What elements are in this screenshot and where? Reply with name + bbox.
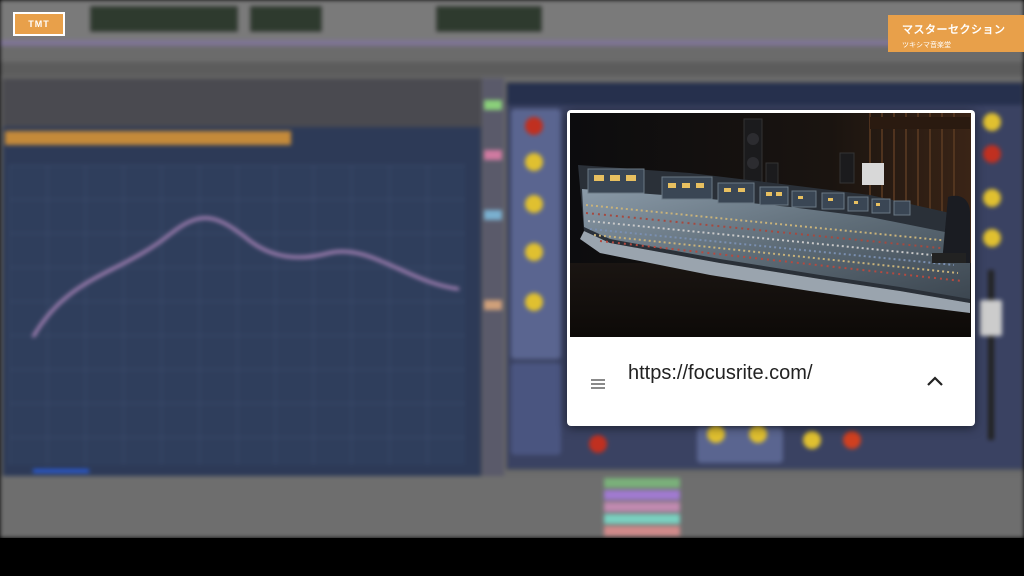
channel-list <box>482 78 504 476</box>
channel-chip <box>484 210 502 220</box>
knob-yellow <box>983 229 1001 247</box>
section-subtitle: ツキシマ音楽堂 <box>902 42 951 49</box>
knob-yellow <box>525 195 543 213</box>
channel-chip <box>484 300 502 310</box>
eq-band-bar <box>5 131 291 145</box>
knob-yellow <box>525 293 543 311</box>
eq-plugin-header <box>3 79 481 127</box>
knob-red <box>525 117 543 135</box>
eq-curve <box>31 216 460 338</box>
audio-clip <box>604 502 680 512</box>
knob-yellow <box>525 243 543 261</box>
audio-clip <box>604 526 680 536</box>
section-title-badge: マスターセクション ツキシマ音楽堂 <box>888 15 1024 52</box>
audio-clip <box>604 490 680 500</box>
channel-chip <box>484 150 502 160</box>
timeline-ruler <box>0 62 1024 76</box>
knob-red <box>589 435 607 453</box>
channel-chip <box>484 100 502 110</box>
knob-red <box>983 145 1001 163</box>
console-plugin-header <box>507 83 1023 105</box>
eq-graph <box>9 165 465 465</box>
knob-red <box>843 431 861 449</box>
knob-yellow <box>749 425 767 443</box>
channel-logo: TMT <box>13 12 65 36</box>
hamburger-menu-icon[interactable] <box>591 379 605 389</box>
console-panel <box>511 363 561 455</box>
knob-yellow <box>983 189 1001 207</box>
meter-display <box>436 6 542 32</box>
audio-clip <box>604 478 680 488</box>
fader-cap <box>980 300 1002 336</box>
mixing-console-image <box>570 113 971 337</box>
knob-yellow <box>525 153 543 171</box>
chevron-up-icon[interactable] <box>925 374 945 388</box>
console-panel <box>511 109 561 359</box>
bottom-letterbox <box>0 538 1024 576</box>
knob-yellow <box>707 425 725 443</box>
link-preview-card[interactable]: https://focusrite.com/ <box>567 110 975 426</box>
link-url[interactable]: https://focusrite.com/ <box>628 362 813 385</box>
audio-clip <box>604 514 680 524</box>
eq-scroll-indicator <box>33 469 89 473</box>
tempo-display <box>250 6 322 32</box>
link-card-footer: https://focusrite.com/ <box>567 340 975 426</box>
eq-plugin-window <box>2 78 482 478</box>
knob-yellow <box>803 431 821 449</box>
counter-display <box>90 6 238 32</box>
timeline-markers <box>0 40 1024 46</box>
mixing-console-photo <box>570 113 971 337</box>
track-area <box>0 476 1024 538</box>
section-title: マスターセクション <box>902 24 1006 36</box>
fader-track <box>988 270 994 440</box>
logo-text: TMT <box>28 19 50 29</box>
knob-yellow <box>983 113 1001 131</box>
